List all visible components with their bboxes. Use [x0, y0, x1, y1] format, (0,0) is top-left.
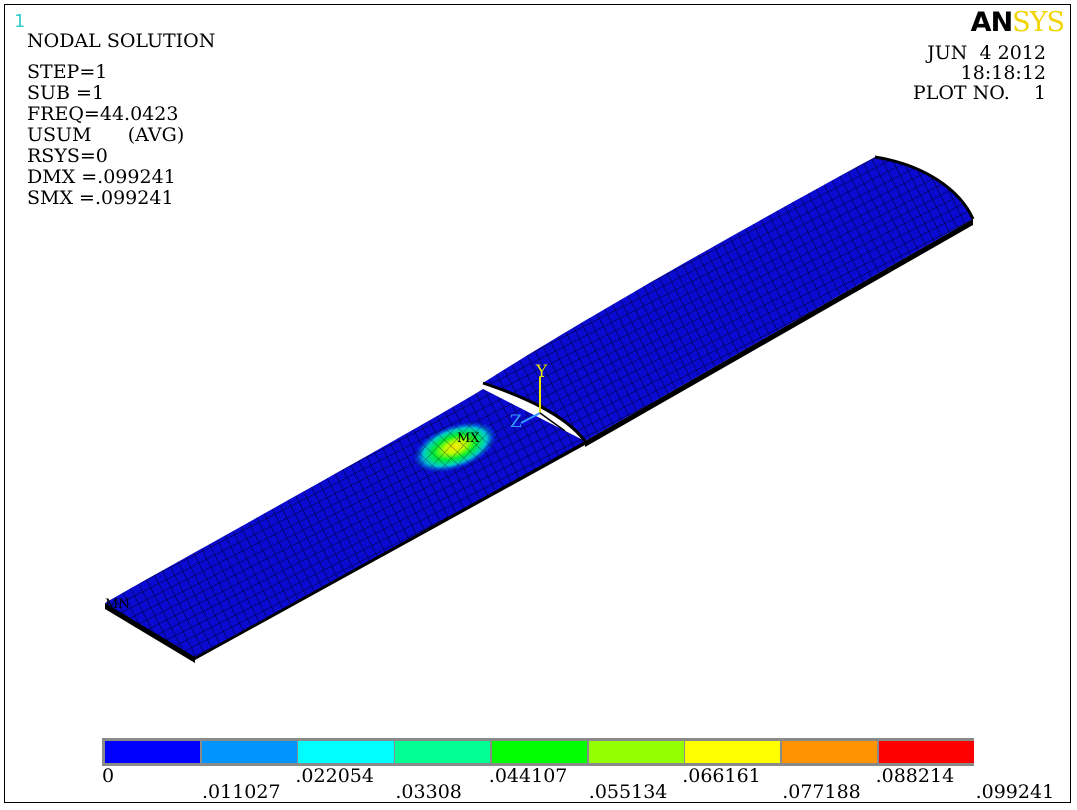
legend-color-swatch: [491, 741, 587, 763]
fe-model-view[interactable]: Y Z MN MX: [5, 5, 1071, 803]
legend-label-bottom: .099241: [975, 781, 1055, 803]
legend-label-bottom: .055134: [588, 781, 668, 803]
legend-color-swatch: [395, 741, 491, 763]
legend-label-top: .088214: [875, 765, 955, 787]
triad-y-label: Y: [535, 362, 548, 382]
legend-label-bottom: .03308: [395, 781, 462, 803]
legend-color-swatch: [588, 741, 684, 763]
legend-color-swatch: [298, 741, 394, 763]
legend-label-top: .022054: [295, 765, 374, 787]
legend-label-top: .066161: [682, 765, 761, 787]
legend-color-swatch: [201, 741, 297, 763]
triad-z-label: Z: [510, 412, 522, 432]
upper-plate: [482, 155, 975, 447]
min-marker: MN: [105, 597, 130, 612]
graphics-window[interactable]: 1 NODAL SOLUTION STEP=1 SUB =1 FREQ=44.042…: [4, 4, 1071, 803]
legend-color-swatch: [105, 741, 201, 763]
max-marker: MX: [457, 431, 480, 446]
legend-label-top: 0: [102, 765, 115, 787]
legend-color-swatch: [781, 741, 878, 763]
legend-label-top: .044107: [488, 765, 568, 787]
legend-label-bottom: .011027: [202, 781, 281, 803]
legend-color-swatch: [685, 741, 781, 763]
legend-label-bottom: .077188: [782, 781, 861, 803]
legend-color-swatch: [878, 741, 974, 763]
